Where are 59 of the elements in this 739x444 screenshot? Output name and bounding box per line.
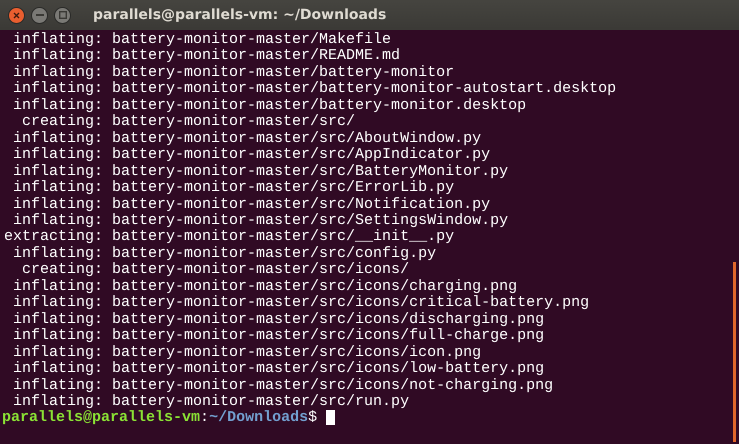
output-action: inflating:	[12, 48, 104, 65]
output-path: battery-monitor-master/Makefile	[112, 32, 392, 48]
close-button[interactable]	[8, 6, 25, 24]
output-path: battery-monitor-master/src/AppIndicator.py	[112, 147, 490, 164]
output-action: inflating:	[12, 394, 104, 410]
output-path: battery-monitor-master/src/Notification.py	[112, 196, 490, 213]
output-path: battery-monitor-master/src/icons/not-charging.png	[112, 378, 554, 394]
output-path: battery-monitor-master/src/run.py	[112, 394, 410, 410]
output-path: battery-monitor-master/src/ErrorLib.py	[112, 180, 454, 197]
output-action: inflating:	[12, 130, 104, 147]
output-path: battery-monitor-master/src/icons/charging.png	[112, 278, 518, 295]
prompt-directory: ~/Downloads	[209, 410, 308, 427]
output-path: battery-monitor-master/README.md	[112, 48, 400, 65]
output-action: inflating:	[12, 246, 104, 262]
text-cursor	[326, 410, 336, 426]
output-action: creating:	[21, 114, 104, 131]
output-path: battery-monitor-master/battery-monitor-autostart.desktop	[112, 81, 616, 98]
window-title: parallels@parallels-vm: ~/Downloads	[93, 6, 386, 24]
output-path: battery-monitor-master/src/SettingsWindow.py	[112, 212, 508, 229]
output-path: battery-monitor-master/src/icons/icon.png	[112, 344, 482, 361]
output-action: inflating:	[12, 278, 104, 295]
output-path: battery-monitor-master/src/icons/	[112, 262, 410, 279]
output-action: inflating:	[12, 147, 104, 164]
output-path: battery-monitor-master/src/icons/full-charge.png	[112, 328, 544, 345]
output-action: inflating:	[12, 180, 104, 197]
output-action: inflating:	[12, 212, 104, 229]
output-action: inflating:	[12, 32, 104, 48]
output-action: inflating:	[12, 164, 104, 180]
minimize-button[interactable]	[31, 6, 48, 24]
output-path: battery-monitor-master/src/BatteryMonitor.py	[112, 164, 508, 180]
output-path: battery-monitor-master/src/__init__.py	[112, 229, 454, 246]
output-path: battery-monitor-master/src/icons/low-battery.png	[112, 361, 544, 378]
output-action: inflating:	[12, 196, 104, 213]
output-path: battery-monitor-master/src/AboutWindow.py	[112, 130, 482, 147]
output-path: battery-monitor-master/src/config.py	[112, 246, 436, 262]
output-action: extracting:	[4, 229, 104, 246]
minimize-icon	[36, 14, 44, 16]
output-path: battery-monitor-master/src/icons/discharging.png	[112, 312, 544, 328]
output-path: battery-monitor-master/battery-monitor.desktop	[112, 98, 526, 114]
output-action: inflating:	[12, 378, 104, 394]
close-icon	[13, 12, 20, 18]
output-path: battery-monitor-master/src/	[112, 114, 356, 131]
output-action: inflating:	[12, 81, 104, 98]
output-action: inflating:	[12, 344, 104, 361]
output-action: inflating:	[12, 64, 104, 81]
output-action: creating:	[21, 262, 104, 279]
maximize-icon	[58, 11, 66, 19]
output-action: inflating:	[12, 295, 104, 312]
output-action: inflating:	[12, 328, 104, 345]
output-action: inflating:	[12, 98, 104, 114]
prompt-symbol: $	[308, 410, 318, 427]
prompt-separator: :	[200, 410, 210, 427]
scrollbar-thumb[interactable]	[733, 262, 736, 442]
prompt-user-host: parallels@parallels-vm	[2, 410, 200, 427]
output-action: inflating:	[12, 361, 104, 378]
output-path: battery-monitor-master/battery-monitor	[112, 64, 454, 81]
output-action: inflating:	[12, 312, 104, 328]
output-path: battery-monitor-master/src/icons/critical-battery.png	[112, 295, 590, 312]
maximize-button[interactable]	[54, 6, 71, 24]
